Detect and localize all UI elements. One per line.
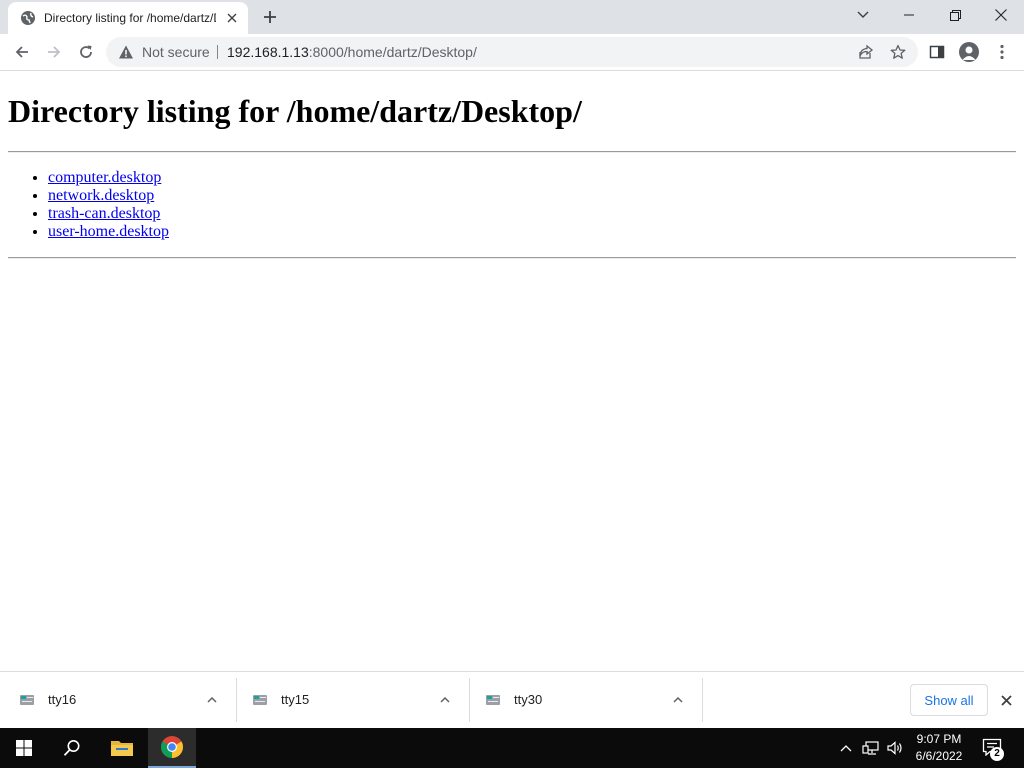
start-button[interactable] (0, 728, 48, 768)
folder-icon (111, 741, 133, 756)
forward-button[interactable] (40, 38, 68, 66)
share-icon[interactable] (856, 42, 876, 62)
file-icon (485, 693, 501, 707)
globe-icon (20, 10, 36, 26)
close-window-button[interactable] (978, 0, 1024, 30)
download-name: tty16 (48, 692, 77, 707)
new-tab-button[interactable] (258, 5, 282, 29)
tab-search-button[interactable] (840, 0, 886, 30)
download-name: tty30 (514, 692, 543, 707)
action-center-button[interactable]: 2 (978, 736, 1008, 761)
chevron-up-icon[interactable] (437, 692, 453, 708)
file-link[interactable]: user-home.desktop (48, 223, 169, 240)
chevron-up-icon[interactable] (204, 692, 220, 708)
minimize-button[interactable] (886, 0, 932, 30)
close-tab-icon[interactable] (224, 10, 240, 26)
menu-kebab-icon[interactable] (990, 40, 1014, 64)
download-item[interactable]: tty16 (0, 678, 233, 722)
url-text[interactable]: 192.168.1.13:8000/home/dartz/Desktop/ (227, 44, 477, 60)
chrome-icon (161, 736, 183, 758)
search-button[interactable] (48, 728, 96, 768)
download-divider (702, 678, 703, 722)
download-item[interactable]: tty15 (233, 678, 466, 722)
show-hidden-icons-icon[interactable] (836, 738, 856, 758)
show-all-button[interactable]: Show all (910, 684, 988, 716)
volume-icon[interactable] (885, 738, 905, 758)
file-link[interactable]: computer.desktop (48, 169, 161, 186)
file-link[interactable]: network.desktop (48, 187, 154, 204)
windows-logo-icon (16, 740, 32, 756)
security-label[interactable]: Not secure (142, 44, 210, 60)
bookmark-star-icon[interactable] (888, 42, 908, 62)
profile-avatar[interactable] (957, 40, 981, 64)
browser-tab[interactable]: Directory listing for /home/dartz/Deskto… (8, 2, 248, 34)
download-shelf: tty16 tty15 tty30 Show all (0, 671, 1024, 728)
side-panel-icon[interactable] (925, 40, 949, 64)
address-divider (217, 45, 218, 59)
chevron-up-icon[interactable] (670, 692, 686, 708)
address-bar[interactable]: Not secure 192.168.1.13:8000/home/dartz/… (106, 37, 918, 67)
restore-button[interactable] (932, 0, 978, 30)
url-path: :8000/home/dartz/Desktop/ (308, 44, 477, 60)
file-icon (19, 693, 35, 707)
reload-button[interactable] (72, 38, 100, 66)
file-link[interactable]: trash-can.desktop (48, 205, 160, 222)
download-name: tty15 (281, 692, 310, 707)
file-list: computer.desktop network.desktop trash-c… (48, 169, 169, 241)
list-item: computer.desktop (48, 169, 169, 187)
list-item: user-home.desktop (48, 223, 169, 241)
taskbar-clock[interactable]: 9:07 PM 6/6/2022 (906, 731, 972, 765)
network-icon[interactable] (861, 738, 881, 758)
clock-date: 6/6/2022 (915, 749, 963, 763)
close-shelf-icon[interactable] (997, 691, 1015, 709)
page-content: Directory listing for /home/dartz/Deskto… (0, 72, 1024, 671)
windows-taskbar: 9:07 PM 6/6/2022 2 (0, 728, 1024, 768)
notification-count-badge: 2 (990, 747, 1004, 761)
download-item[interactable]: tty30 (466, 678, 699, 722)
divider-bottom (8, 257, 1016, 259)
warning-icon[interactable] (118, 44, 134, 60)
browser-toolbar: Not secure 192.168.1.13:8000/home/dartz/… (0, 34, 1024, 71)
url-host: 192.168.1.13 (227, 44, 309, 60)
file-explorer-button[interactable] (98, 728, 146, 768)
search-icon (63, 740, 80, 756)
file-icon (252, 693, 268, 707)
screen: Directory listing for /home/dartz/Deskto… (0, 0, 1024, 768)
list-item: trash-can.desktop (48, 205, 169, 223)
tab-title: Directory listing for /home/dartz/Deskto… (44, 11, 216, 25)
back-button[interactable] (8, 38, 36, 66)
chrome-taskbar-button[interactable] (148, 728, 196, 768)
clock-time: 9:07 PM (916, 732, 962, 746)
page-title: Directory listing for /home/dartz/Deskto… (8, 93, 582, 129)
list-item: network.desktop (48, 187, 169, 205)
divider-top (8, 151, 1016, 153)
tab-strip: Directory listing for /home/dartz/Deskto… (0, 0, 1024, 34)
